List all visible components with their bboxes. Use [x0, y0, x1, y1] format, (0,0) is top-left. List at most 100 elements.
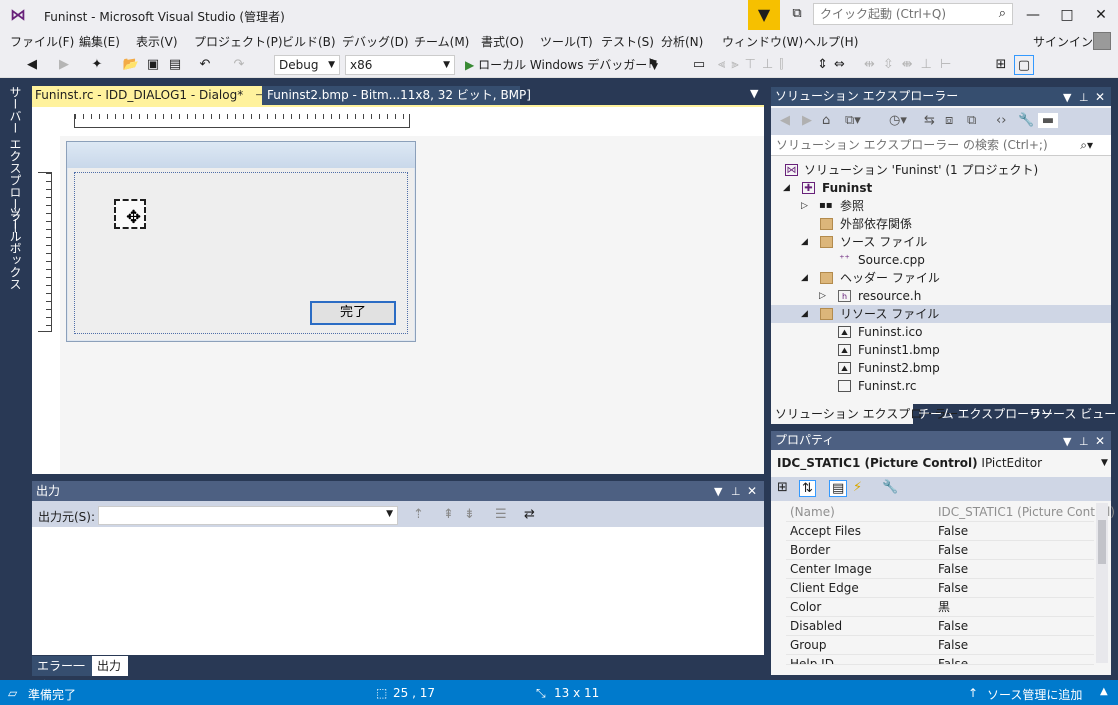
- collapsed-arrow-icon[interactable]: ▷: [801, 197, 808, 215]
- close-icon[interactable]: ✕: [747, 484, 757, 498]
- tree-item-source-files[interactable]: ◢ ソース ファイル: [771, 233, 1111, 251]
- properties-icon[interactable]: 🔧: [1018, 113, 1034, 128]
- menu-test[interactable]: テスト(S): [601, 33, 654, 50]
- tree-item-funinst-rc[interactable]: Funinst.rc: [771, 377, 1111, 395]
- switch-views-icon[interactable]: ⧉▾: [845, 113, 861, 128]
- property-row-group[interactable]: Group False: [786, 636, 1094, 655]
- property-row-help-id[interactable]: Help ID False: [786, 655, 1094, 665]
- navigate-back-icon[interactable]: ◀: [24, 55, 40, 75]
- expanded-arrow-icon[interactable]: ◢: [801, 269, 808, 287]
- tab-resource-view[interactable]: リソース ビュー: [1029, 404, 1116, 424]
- properties-object-select[interactable]: IDC_STATIC1 (Picture Control) IPictEdito…: [777, 456, 1042, 470]
- close-icon[interactable]: ✕: [1095, 434, 1105, 448]
- tree-item-funinst1-bmp[interactable]: ⛰ Funinst1.bmp: [771, 341, 1111, 359]
- menu-debug[interactable]: デバッグ(D): [342, 33, 409, 50]
- view-code-icon[interactable]: ‹›: [996, 113, 1006, 128]
- tab-dialog-editor[interactable]: Funinst.rc - IDD_DIALOG1 - Dialog* ⊣ ✕: [32, 86, 285, 105]
- back-icon[interactable]: ◀: [780, 113, 790, 128]
- close-icon[interactable]: ✕: [1095, 90, 1105, 104]
- menu-format[interactable]: 書式(O): [481, 33, 524, 50]
- window-position-icon[interactable]: ▼: [1063, 91, 1071, 104]
- tree-item-solution[interactable]: ⋈ ソリューション 'Funinst' (1 プロジェクト): [771, 161, 1111, 179]
- events-icon[interactable]: ⚡: [853, 480, 862, 495]
- tree-item-resource-h[interactable]: ▷ h resource.h: [771, 287, 1111, 305]
- undo-icon[interactable]: ↶: [196, 55, 214, 75]
- quick-launch-input[interactable]: クイック起動 (Ctrl+Q) ⌕: [813, 3, 1013, 25]
- test-dialog-icon[interactable]: ▭: [690, 55, 708, 75]
- tree-item-resource-files[interactable]: ◢ リソース ファイル: [771, 305, 1111, 323]
- pending-changes-icon[interactable]: ◷▾: [889, 113, 907, 128]
- tab-solution-explorer[interactable]: ソリューション エクスプローラー: [771, 404, 958, 424]
- find-icon[interactable]: ⚑: [644, 55, 662, 75]
- property-row-client-edge[interactable]: Client Edge False: [786, 579, 1094, 598]
- previous-message-icon[interactable]: ⇞: [443, 507, 454, 522]
- open-file-icon[interactable]: 📂: [122, 55, 140, 75]
- sign-in-link[interactable]: サインイン: [1033, 33, 1093, 50]
- word-wrap-icon[interactable]: ⇄: [524, 507, 535, 522]
- window-position-icon[interactable]: ▼: [714, 485, 722, 498]
- redo-icon[interactable]: ↷: [230, 55, 248, 75]
- new-project-icon[interactable]: ✦: [88, 55, 106, 75]
- alphabetical-icon[interactable]: ⇅: [799, 480, 816, 497]
- minimize-button[interactable]: —: [1016, 0, 1050, 30]
- tree-item-project[interactable]: ◢ ✚ Funinst: [771, 179, 1111, 197]
- tab-output[interactable]: 出力: [92, 656, 128, 676]
- add-to-source-control-button[interactable]: ソース管理に追加: [987, 686, 1082, 703]
- menu-edit[interactable]: 編集(E): [79, 33, 120, 50]
- tree-item-funinst2-bmp[interactable]: ⛰ Funinst2.bmp: [771, 359, 1111, 377]
- feedback-icon[interactable]: ⧉: [786, 6, 808, 24]
- tree-item-external-deps[interactable]: 外部依存関係: [771, 215, 1111, 233]
- menu-help[interactable]: ヘルプ(H): [804, 33, 858, 50]
- notification-flag-icon[interactable]: ▼: [748, 0, 780, 30]
- guides-icon[interactable]: ▢: [1014, 55, 1034, 75]
- preview-selected-icon[interactable]: ▬: [1038, 113, 1058, 128]
- toolbox-tab[interactable]: ツールボックス: [7, 206, 24, 290]
- ok-button[interactable]: 完了: [310, 301, 396, 325]
- sync-icon[interactable]: ⇆: [924, 113, 935, 128]
- pin-icon[interactable]: ⊥: [1079, 435, 1089, 448]
- solution-explorer-search-input[interactable]: ソリューション エクスプローラー の検索 (Ctrl+;) ⌕▾: [771, 135, 1111, 156]
- grid-icon[interactable]: ⊞: [992, 55, 1010, 75]
- property-row-name[interactable]: (Name) IDC_STATIC1 (Picture Control): [786, 503, 1115, 522]
- tree-item-header-files[interactable]: ◢ ヘッダー ファイル: [771, 269, 1111, 287]
- close-button[interactable]: ✕: [1084, 0, 1118, 30]
- menu-team[interactable]: チーム(M): [414, 33, 469, 50]
- start-debugging-button[interactable]: ▶ ローカル Windows デバッガー ▼: [465, 55, 658, 77]
- tab-bitmap-editor[interactable]: Funinst2.bmp - Bitm...11x8, 32 ビット, BMP]: [262, 86, 531, 105]
- forward-icon[interactable]: ▶: [802, 113, 812, 128]
- tree-item-funinst-ico[interactable]: ⛰ Funinst.ico: [771, 323, 1111, 341]
- property-row-center-image[interactable]: Center Image False: [786, 560, 1094, 579]
- chevron-down-icon[interactable]: ▼: [1101, 458, 1108, 468]
- clear-all-icon[interactable]: ☰: [495, 507, 507, 522]
- tree-item-references[interactable]: ▷ ▪▪ 参照: [771, 197, 1111, 215]
- properties-scrollbar-thumb[interactable]: [1098, 520, 1106, 564]
- collapse-all-icon[interactable]: ⧈: [945, 113, 953, 128]
- user-avatar-icon[interactable]: [1093, 32, 1111, 50]
- menu-build[interactable]: ビルド(B): [282, 33, 336, 50]
- save-icon[interactable]: ▣: [144, 55, 162, 75]
- show-all-files-icon[interactable]: ⧉: [967, 113, 976, 128]
- expanded-arrow-icon[interactable]: ◢: [801, 233, 808, 251]
- solution-platform-select[interactable]: x86 ▼: [345, 55, 455, 75]
- center-tools-icon[interactable]: ⇕⇔: [814, 55, 854, 75]
- property-row-border[interactable]: Border False: [786, 541, 1094, 560]
- menu-project[interactable]: プロジェクト(P): [194, 33, 283, 50]
- property-row-color[interactable]: Color 黒: [786, 598, 1094, 617]
- categorized-icon[interactable]: ⊞: [777, 480, 788, 495]
- expanded-arrow-icon[interactable]: ◢: [783, 179, 790, 197]
- menu-file[interactable]: ファイル(F): [10, 33, 74, 50]
- document-list-dropdown-icon[interactable]: ▼: [750, 87, 758, 100]
- menu-tools[interactable]: ツール(T): [540, 33, 593, 50]
- spacing-tools-icon[interactable]: ⇹⇳⇼⊥⊢: [864, 55, 984, 75]
- tree-item-source-cpp[interactable]: ⁺⁺ Source.cpp: [771, 251, 1111, 269]
- output-source-select[interactable]: ▼: [98, 506, 398, 525]
- find-message-icon[interactable]: ⇡: [413, 507, 424, 522]
- pin-icon[interactable]: ⊥: [731, 485, 741, 498]
- solution-config-select[interactable]: Debug ▼: [274, 55, 340, 75]
- pin-icon[interactable]: ⊥: [1079, 91, 1089, 104]
- window-position-icon[interactable]: ▼: [1063, 435, 1071, 448]
- chevron-up-icon[interactable]: ▲: [1100, 686, 1108, 697]
- menu-view[interactable]: 表示(V): [136, 33, 178, 50]
- home-icon[interactable]: ⌂: [822, 113, 830, 128]
- property-row-disabled[interactable]: Disabled False: [786, 617, 1094, 636]
